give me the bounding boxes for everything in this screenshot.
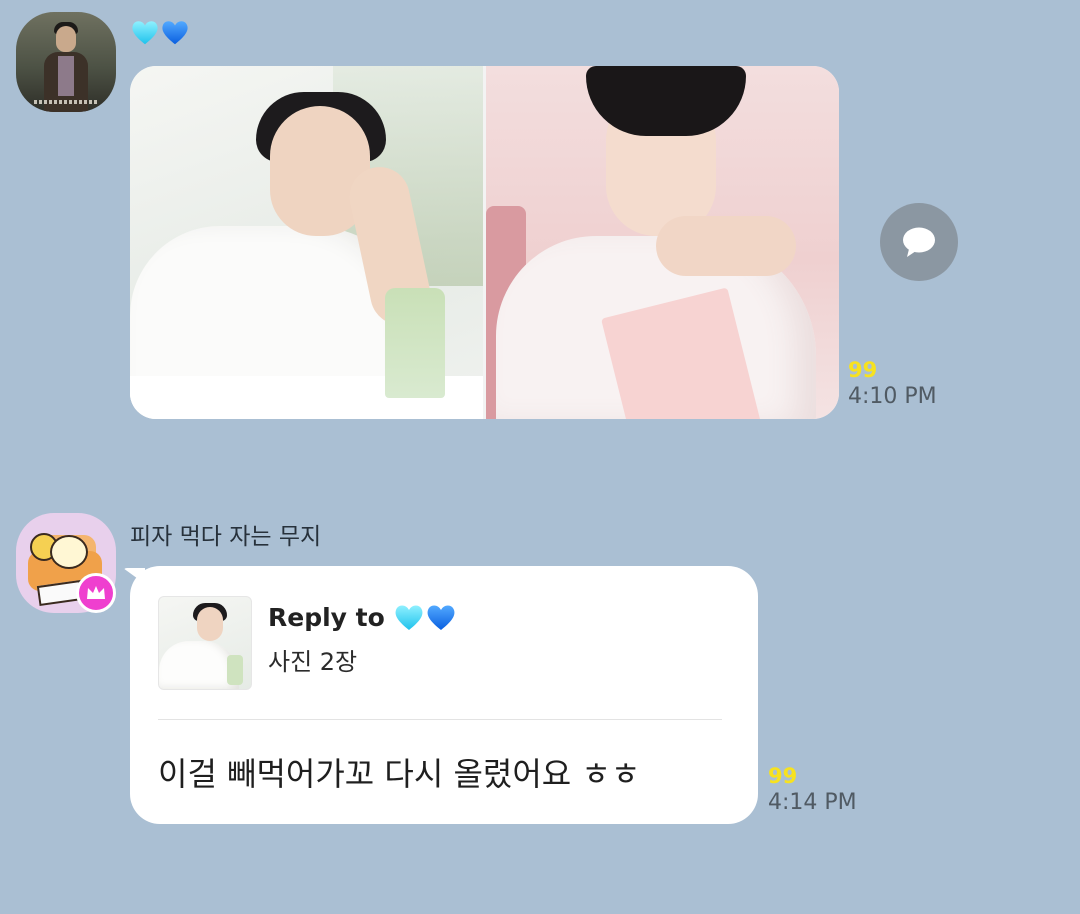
sender-name: 피자 먹다 자는 무지 <box>130 524 322 550</box>
blue-heart-icon <box>162 21 188 45</box>
divider <box>158 719 722 720</box>
message-meta: 99 4:14 PM <box>768 764 857 818</box>
reply-to-text: Reply to <box>268 603 385 632</box>
photo-2[interactable] <box>486 66 839 419</box>
reply-target-name <box>393 602 457 634</box>
blue-heart-icon <box>427 605 455 630</box>
reply-to-label: Reply to <box>268 602 457 634</box>
unread-count: 99 <box>768 764 798 788</box>
unread-count: 99 <box>848 358 878 382</box>
light-blue-heart-icon <box>395 605 423 630</box>
sender-avatar[interactable] <box>16 12 116 112</box>
reply-summary: 사진 2장 <box>268 648 358 676</box>
timestamp: 4:10 PM <box>848 384 937 409</box>
reply-speech-bubble-icon[interactable] <box>880 203 958 281</box>
quoted-photo-thumbnail[interactable] <box>158 596 252 690</box>
sender-name <box>130 18 190 48</box>
photo-album[interactable] <box>130 66 839 419</box>
message-text: 이걸 빼먹어가꼬 다시 올렸어요 ㅎㅎ <box>158 755 641 793</box>
crown-icon <box>76 573 116 613</box>
message-meta: 99 4:10 PM <box>848 358 937 412</box>
light-blue-heart-icon <box>132 21 158 45</box>
photo-1[interactable] <box>130 66 483 419</box>
timestamp: 4:14 PM <box>768 790 857 815</box>
reply-message-bubble[interactable]: Reply to 사진 2장 이걸 빼먹어가꼬 다시 올렸어요 ㅎㅎ <box>130 566 758 824</box>
